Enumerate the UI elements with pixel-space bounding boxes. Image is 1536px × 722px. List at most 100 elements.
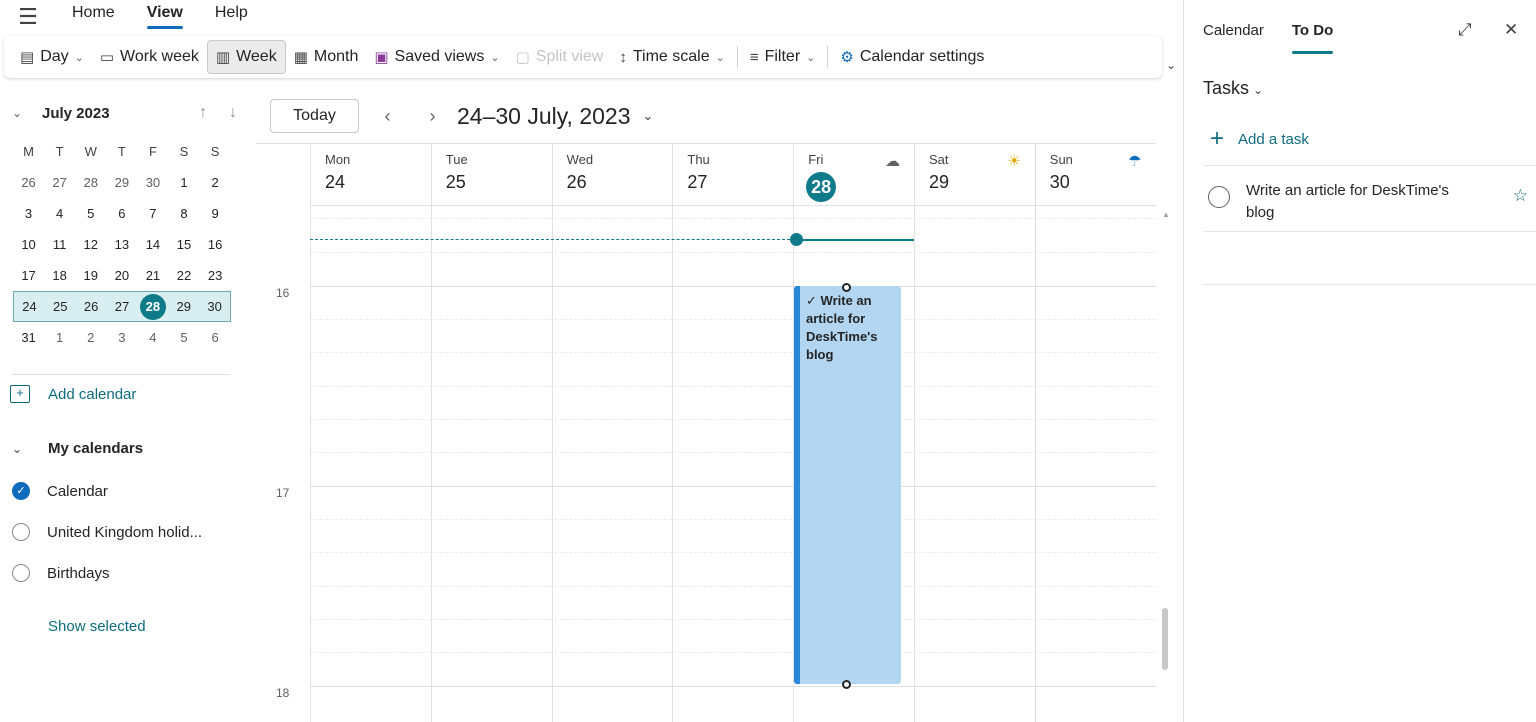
mini-day[interactable]: 24 [14,299,45,314]
rain-cloud-icon[interactable]: ☂ [1128,152,1141,170]
time-scale-button[interactable]: ↕ Time scale ⌄ [611,40,732,74]
collapse-chevron-icon[interactable]: ⌄ [12,106,42,120]
complete-task-circle-icon[interactable] [1208,186,1230,208]
chevron-down-icon[interactable]: ⌄ [643,108,654,124]
filter-button[interactable]: ≡ Filter ⌄ [742,40,824,74]
mini-day-today[interactable]: 28 [137,293,168,320]
calendar-settings-button[interactable]: ⚙ Calendar settings [832,40,992,74]
mini-day[interactable]: 13 [106,237,137,252]
day-header-fri[interactable]: Fri 28 ☁ [793,144,914,206]
mini-day[interactable]: 20 [106,268,137,283]
tab-calendar[interactable]: Calendar [1203,14,1264,54]
mini-day[interactable]: 21 [137,268,168,283]
mini-day[interactable]: 12 [75,237,106,252]
day-column[interactable] [310,206,431,722]
mini-day[interactable]: 6 [200,330,231,345]
mini-day[interactable]: 11 [44,237,75,252]
mini-day[interactable]: 27 [107,299,138,314]
my-calendars-header[interactable]: ⌄ My calendars [12,440,143,457]
cloud-icon[interactable]: ☁ [885,152,900,170]
mini-day[interactable]: 26 [13,175,44,190]
mini-day[interactable]: 15 [168,237,199,252]
show-selected-link[interactable]: Show selected [48,618,146,635]
day-column[interactable] [672,206,793,722]
mini-day[interactable]: 4 [137,330,168,345]
add-calendar-button[interactable]: + Add calendar [10,385,136,403]
mini-day[interactable]: 25 [45,299,76,314]
mini-day[interactable]: 4 [44,206,75,221]
mini-day[interactable]: 3 [13,206,44,221]
mini-day[interactable]: 28 [75,175,106,190]
checked-circle-icon[interactable]: ✓ [12,482,30,500]
week-view-button[interactable]: ▥ Week [206,40,286,74]
day-header-sat[interactable]: Sat 29 ☀ [913,144,1035,206]
tab-to-do[interactable]: To Do [1291,14,1334,54]
mini-day[interactable]: 30 [199,299,230,314]
calendar-item-uk-holidays[interactable]: United Kingdom holid... [12,523,202,541]
date-range-title[interactable]: 24–30 July, 2023 [457,103,631,130]
mini-day[interactable]: 26 [76,299,107,314]
day-column[interactable] [430,206,552,722]
day-header-thu[interactable]: Thu 27 [672,144,793,206]
star-icon[interactable]: ☆ [1513,186,1528,206]
calendar-item-calendar[interactable]: ✓ Calendar [12,482,108,500]
today-button[interactable]: Today [270,99,359,133]
tab-home[interactable]: Home [56,0,131,34]
next-month-arrow-icon[interactable]: ↓ [218,104,248,122]
previous-week-icon[interactable]: ‹ [365,106,410,127]
day-header-mon[interactable]: Mon 24 [310,144,431,206]
mini-day[interactable]: 3 [106,330,137,345]
mini-day[interactable]: 23 [200,268,231,283]
mini-day[interactable]: 5 [75,206,106,221]
mini-day[interactable]: 14 [137,237,168,252]
saved-views-button[interactable]: ▣ Saved views ⌄ [366,40,507,74]
day-header-tue[interactable]: Tue 25 [430,144,552,206]
day-header-wed[interactable]: Wed 26 [551,144,673,206]
event-resize-handle-top[interactable] [842,283,851,292]
hamburger-menu-icon[interactable]: ☰ [0,0,56,34]
vertical-scrollbar-thumb[interactable] [1162,608,1168,670]
tasks-dropdown[interactable]: Tasks ⌄ [1203,78,1263,99]
mini-day[interactable]: 10 [13,237,44,252]
ribbon-expand-chevron-icon[interactable]: ⌄ [1166,58,1176,72]
mini-day[interactable]: 31 [13,330,44,345]
mini-day[interactable]: 2 [75,330,106,345]
day-view-button[interactable]: ▤ Day ⌄ [12,40,92,74]
mini-day[interactable]: 16 [200,237,231,252]
work-week-view-button[interactable]: ▭ Work week [92,40,207,74]
expand-icon[interactable]: ⤢ [1458,20,1472,40]
event-resize-handle-bottom[interactable] [842,680,851,689]
next-week-icon[interactable]: › [410,106,455,127]
mini-day[interactable]: 17 [13,268,44,283]
mini-day[interactable]: 29 [106,175,137,190]
task-item[interactable]: Write an article for DeskTime's blog ☆ [1208,180,1528,224]
mini-day[interactable]: 8 [168,206,199,221]
mini-day[interactable]: 29 [168,299,199,314]
add-task-button[interactable]: + Add a task [1210,127,1309,151]
mini-day[interactable]: 5 [168,330,199,345]
mini-day[interactable]: 22 [168,268,199,283]
calendar-item-birthdays[interactable]: Birthdays [12,564,110,582]
mini-day[interactable]: 27 [44,175,75,190]
mini-day[interactable]: 9 [200,206,231,221]
mini-day[interactable]: 30 [137,175,168,190]
tab-help[interactable]: Help [199,0,264,34]
mini-day[interactable]: 1 [44,330,75,345]
mini-day[interactable]: 1 [168,175,199,190]
month-view-button[interactable]: ▦ Month [286,40,367,74]
sun-icon[interactable]: ☀ [1007,152,1020,170]
day-column[interactable] [551,206,673,722]
close-icon[interactable]: ✕ [1504,20,1518,40]
unchecked-circle-icon[interactable] [12,523,30,541]
scroll-up-arrow-icon[interactable]: ▲ [1162,210,1170,219]
calendar-event[interactable]: ✓ Write an article for DeskTime's blog [794,286,901,684]
time-grid[interactable]: 16 17 18 ✓ Write an article for DeskTime… [256,206,1156,722]
day-column[interactable] [914,206,1035,722]
mini-day[interactable]: 18 [44,268,75,283]
day-column[interactable] [1034,206,1156,722]
mini-day[interactable]: 6 [106,206,137,221]
mini-day[interactable]: 2 [200,175,231,190]
tab-view[interactable]: View [131,0,199,34]
split-view-button[interactable]: ▢ Split view [508,40,612,74]
mini-day[interactable]: 7 [137,206,168,221]
